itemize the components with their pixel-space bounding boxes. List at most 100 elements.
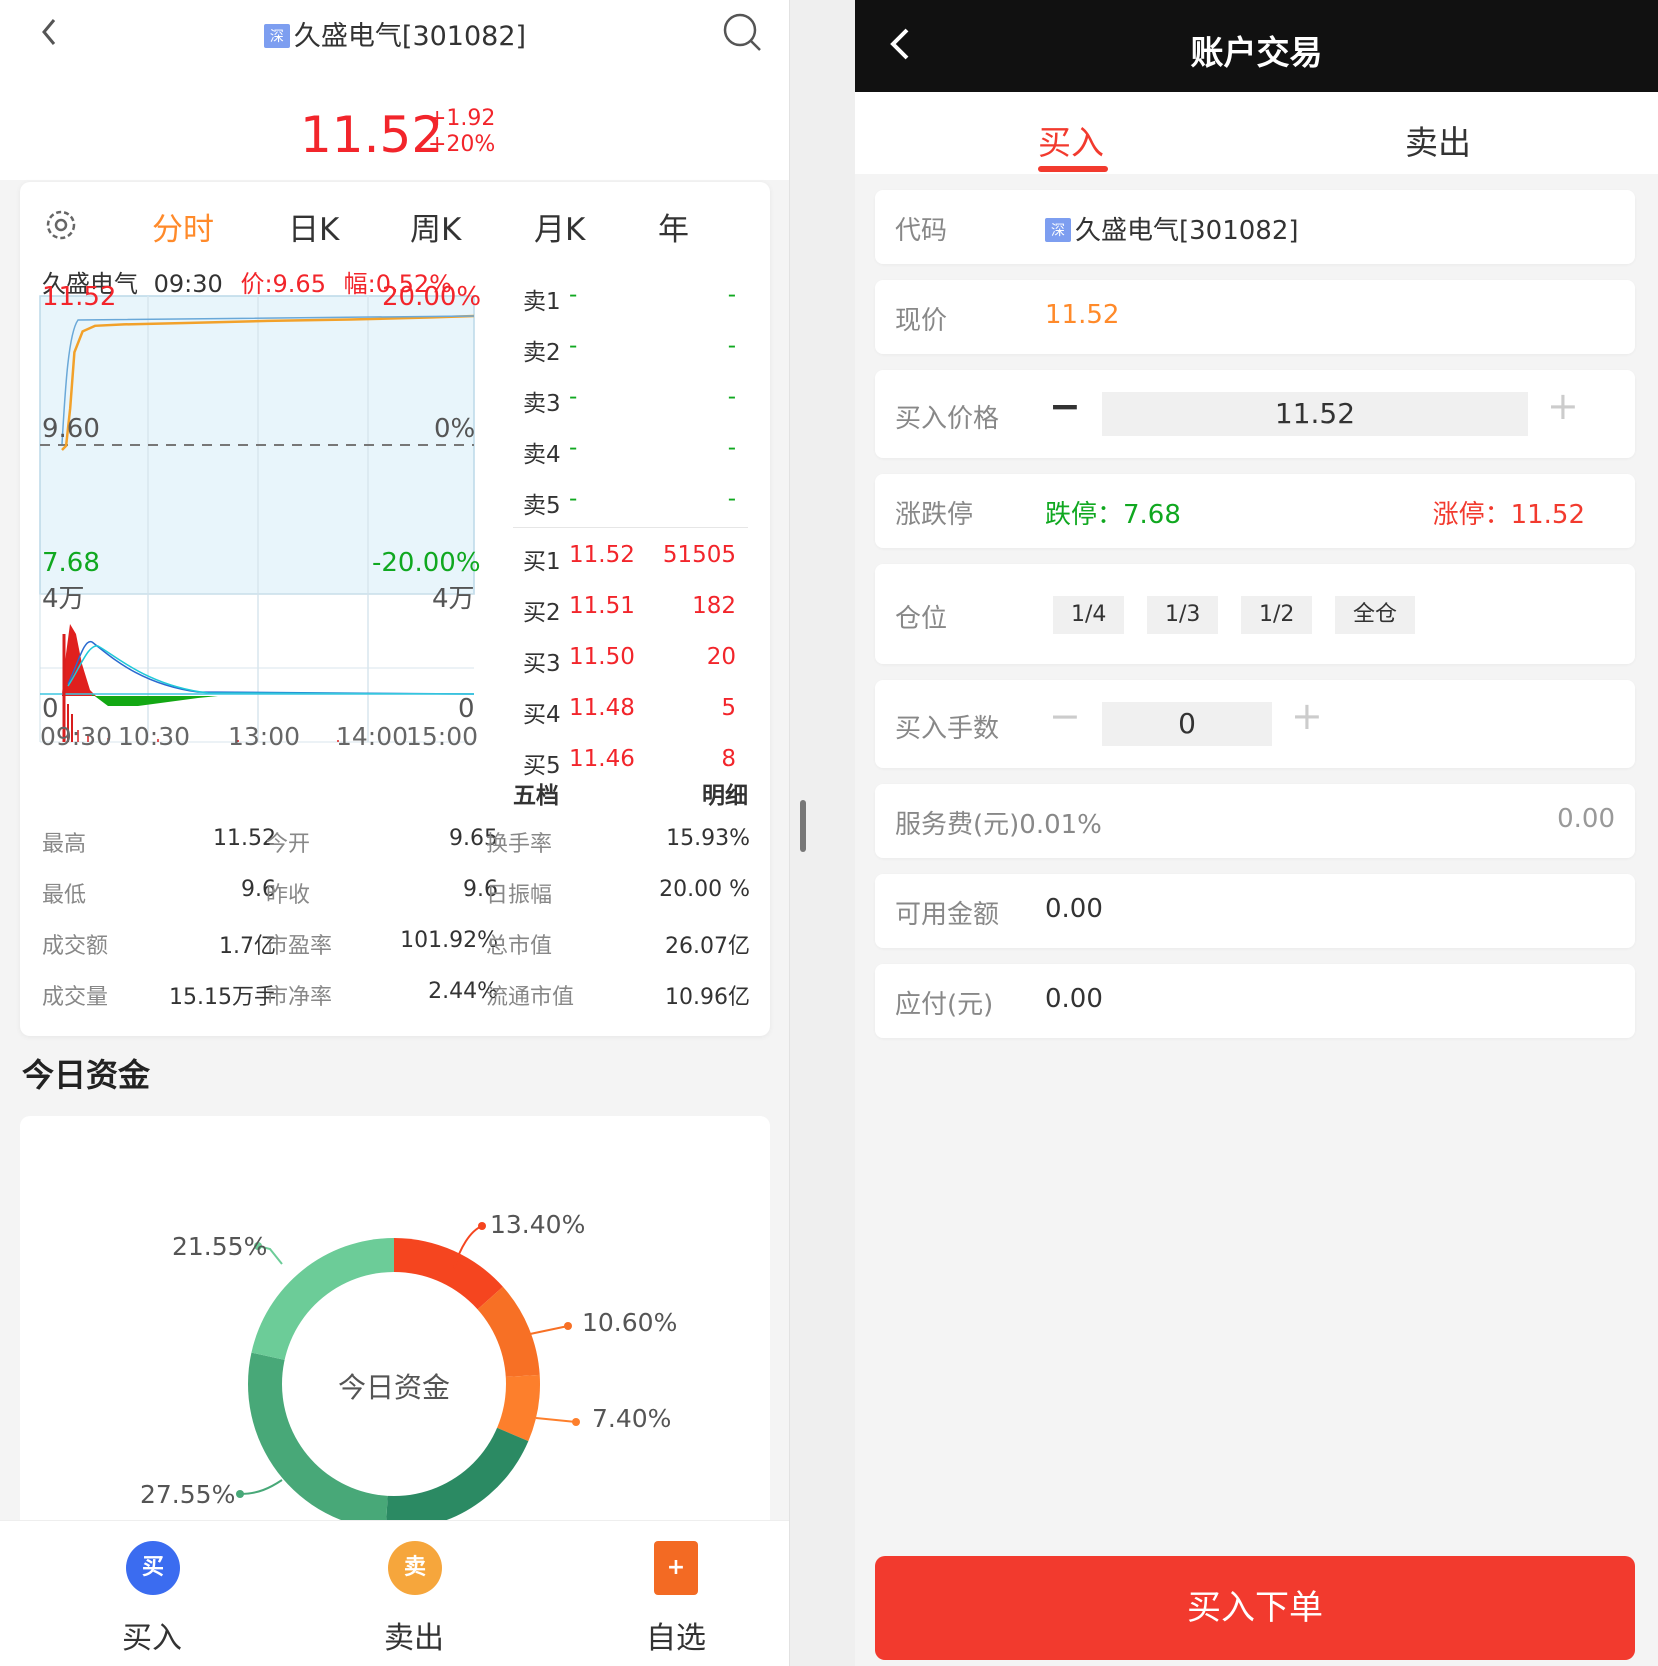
position-label: 仓位 <box>895 604 948 634</box>
split-divider-handle[interactable] <box>800 800 806 852</box>
trade-panel: 账户交易 买入 卖出 代码 深久盛电气[301082] 现价 11.52 买入价… <box>855 0 1658 1666</box>
screen: 深久盛电气[301082] 11.52 +1.92 +20% 分时 日K 周K … <box>0 0 1658 1666</box>
ob-row: 卖3- - <box>513 372 748 423</box>
pct-axis-bottom: -20.00% <box>372 548 481 578</box>
vol-axis-bottom-left: 0 <box>42 694 59 724</box>
ob-vol: 51505 <box>662 542 736 568</box>
price-area: 11.52 +1.92 +20% <box>0 70 789 180</box>
chart-card: 分时 日K 周K 月K 年 久盛电气 09:30 价:9.65 幅:0.52% <box>20 182 770 1036</box>
bookmark-plus-icon: + <box>654 1541 698 1595</box>
trade-tabs: 买入 卖出 <box>855 92 1658 174</box>
ob-label: 买2 <box>523 600 561 626</box>
order-book: 卖1- - 卖2- - 卖3- - 卖4- - 卖5- - 买1 11.52 51505 买2… <box>513 270 748 785</box>
buy-action-label: 买入 <box>122 1621 182 1656</box>
stat-value: 10.96亿 <box>665 985 750 1010</box>
watchlist-action[interactable]: + 自选 <box>606 1521 746 1666</box>
price-axis-bottom: 7.68 <box>42 548 100 578</box>
x-tick: 10:30 <box>118 722 191 751</box>
ob-price: - <box>569 486 578 512</box>
chart-tabs: 分时 日K 周K 月K 年 <box>20 202 770 252</box>
available-value: 0.00 <box>1045 894 1103 924</box>
tab-fenshi[interactable]: 分时 <box>152 204 214 249</box>
ob-separator <box>513 527 748 528</box>
ob-label: 卖3 <box>523 391 561 417</box>
tab-buy[interactable]: 买入 <box>1038 116 1104 164</box>
buy-price-plus-button[interactable]: + <box>1547 384 1579 428</box>
tab-details[interactable]: 明细 <box>702 776 748 810</box>
ob-label: 卖1 <box>523 289 561 315</box>
lots-label: 买入手数 <box>895 714 1000 744</box>
ob-row: 买1 11.52 51505 <box>513 530 748 581</box>
search-icon[interactable] <box>720 10 764 54</box>
stat-label: 换手率 <box>486 832 553 857</box>
tab-week-k[interactable]: 周K <box>410 204 461 249</box>
position-quarter-button[interactable]: 1/4 <box>1053 596 1125 634</box>
position-full-button[interactable]: 全仓 <box>1335 596 1416 634</box>
ob-vol: 182 <box>692 593 736 619</box>
donut-center-label: 今日资金 <box>337 1371 450 1404</box>
limit-down: 跌停：7.68 <box>1045 500 1181 530</box>
submit-buy-button[interactable]: 买入下单 <box>875 1556 1635 1660</box>
section-title-funds: 今日资金 <box>22 1056 151 1094</box>
sell-action[interactable]: 卖 卖出 <box>344 1521 484 1666</box>
stat-label: 总市值 <box>486 934 553 959</box>
leader-line <box>239 1479 283 1495</box>
lots-minus-button[interactable]: − <box>1049 694 1081 738</box>
buy-price-input[interactable]: 11.52 <box>1102 392 1528 436</box>
lots-input[interactable]: 0 <box>1102 702 1272 746</box>
tab-five-levels[interactable]: 五档 <box>513 783 559 809</box>
sell-icon: 卖 <box>388 1541 442 1595</box>
current-price-value: 11.52 <box>1045 300 1120 330</box>
donut-label: 10.60% <box>582 1308 678 1337</box>
stat-label: 最低 <box>42 883 87 908</box>
tab-year[interactable]: 年 <box>658 204 689 249</box>
tab-day-k[interactable]: 日K <box>288 204 339 249</box>
fee-row: 服务费(元)0.01% 0.00 <box>875 784 1635 858</box>
position-third-button[interactable]: 1/3 <box>1147 596 1219 634</box>
buy-price-row: 买入价格 − 11.52 + <box>875 370 1635 458</box>
limit-up: 涨停：11.52 <box>1432 500 1585 530</box>
donut-label: 7.40% <box>592 1404 672 1433</box>
buy-price-label: 买入价格 <box>895 404 1000 434</box>
stock-detail-panel: 深久盛电气[301082] 11.52 +1.92 +20% 分时 日K 周K … <box>0 0 790 1666</box>
stat-value: 15.93% <box>666 826 750 851</box>
buy-price-minus-button[interactable]: − <box>1049 384 1081 428</box>
stat-label: 流通市值 <box>486 985 575 1010</box>
code-label: 代码 <box>895 216 948 246</box>
payable-value: 0.00 <box>1045 984 1103 1014</box>
ob-row: 买4 11.48 5 <box>513 683 748 734</box>
x-tick: 14:00 <box>336 722 409 751</box>
fee-value: 0.00 <box>1557 804 1615 834</box>
leader-dot <box>572 1418 580 1426</box>
orderbook-footer: 五档 明细 <box>513 776 748 810</box>
x-tick: 09:30 <box>40 722 113 751</box>
stock-header: 深久盛电气[301082] <box>0 0 789 70</box>
ob-price: - <box>569 333 578 359</box>
ob-vol: - <box>727 384 736 410</box>
tab-month-k[interactable]: 月K <box>534 204 585 249</box>
stat-value: 26.07亿 <box>665 934 750 959</box>
tab-sell[interactable]: 卖出 <box>1405 116 1471 164</box>
payable-row: 应付(元) 0.00 <box>875 964 1635 1038</box>
ob-row: 卖1- - <box>513 270 748 321</box>
position-half-button[interactable]: 1/2 <box>1241 596 1313 634</box>
price-axis-mid: 9.60 <box>42 414 100 444</box>
buy-action[interactable]: 买 买入 <box>82 1521 222 1666</box>
gear-icon[interactable] <box>42 206 80 244</box>
ob-price: 11.51 <box>569 593 635 619</box>
price-axis-top: 11.52 <box>42 282 117 312</box>
stat-value: 20.00 % <box>659 877 750 902</box>
stats-grid: 最高 11.52 今开 9.65 换手率 15.93% 最低 9.6 昨收 9.… <box>42 816 762 1020</box>
stats-row: 最低 9.6 昨收 9.6 日振幅 20.00 % <box>42 867 762 918</box>
ob-vol: 8 <box>721 746 736 772</box>
intraday-chart[interactable] <box>38 294 498 754</box>
lots-plus-button[interactable]: + <box>1291 694 1323 738</box>
price-change: +1.92 <box>428 106 496 131</box>
stat-label: 今开 <box>266 832 311 857</box>
leader-line <box>535 1417 577 1423</box>
leader-line <box>529 1325 569 1335</box>
available-label: 可用金额 <box>895 900 1000 930</box>
ob-label: 卖5 <box>523 493 561 519</box>
leader-dot <box>236 1490 244 1498</box>
stat-label: 市盈率 <box>266 934 333 959</box>
